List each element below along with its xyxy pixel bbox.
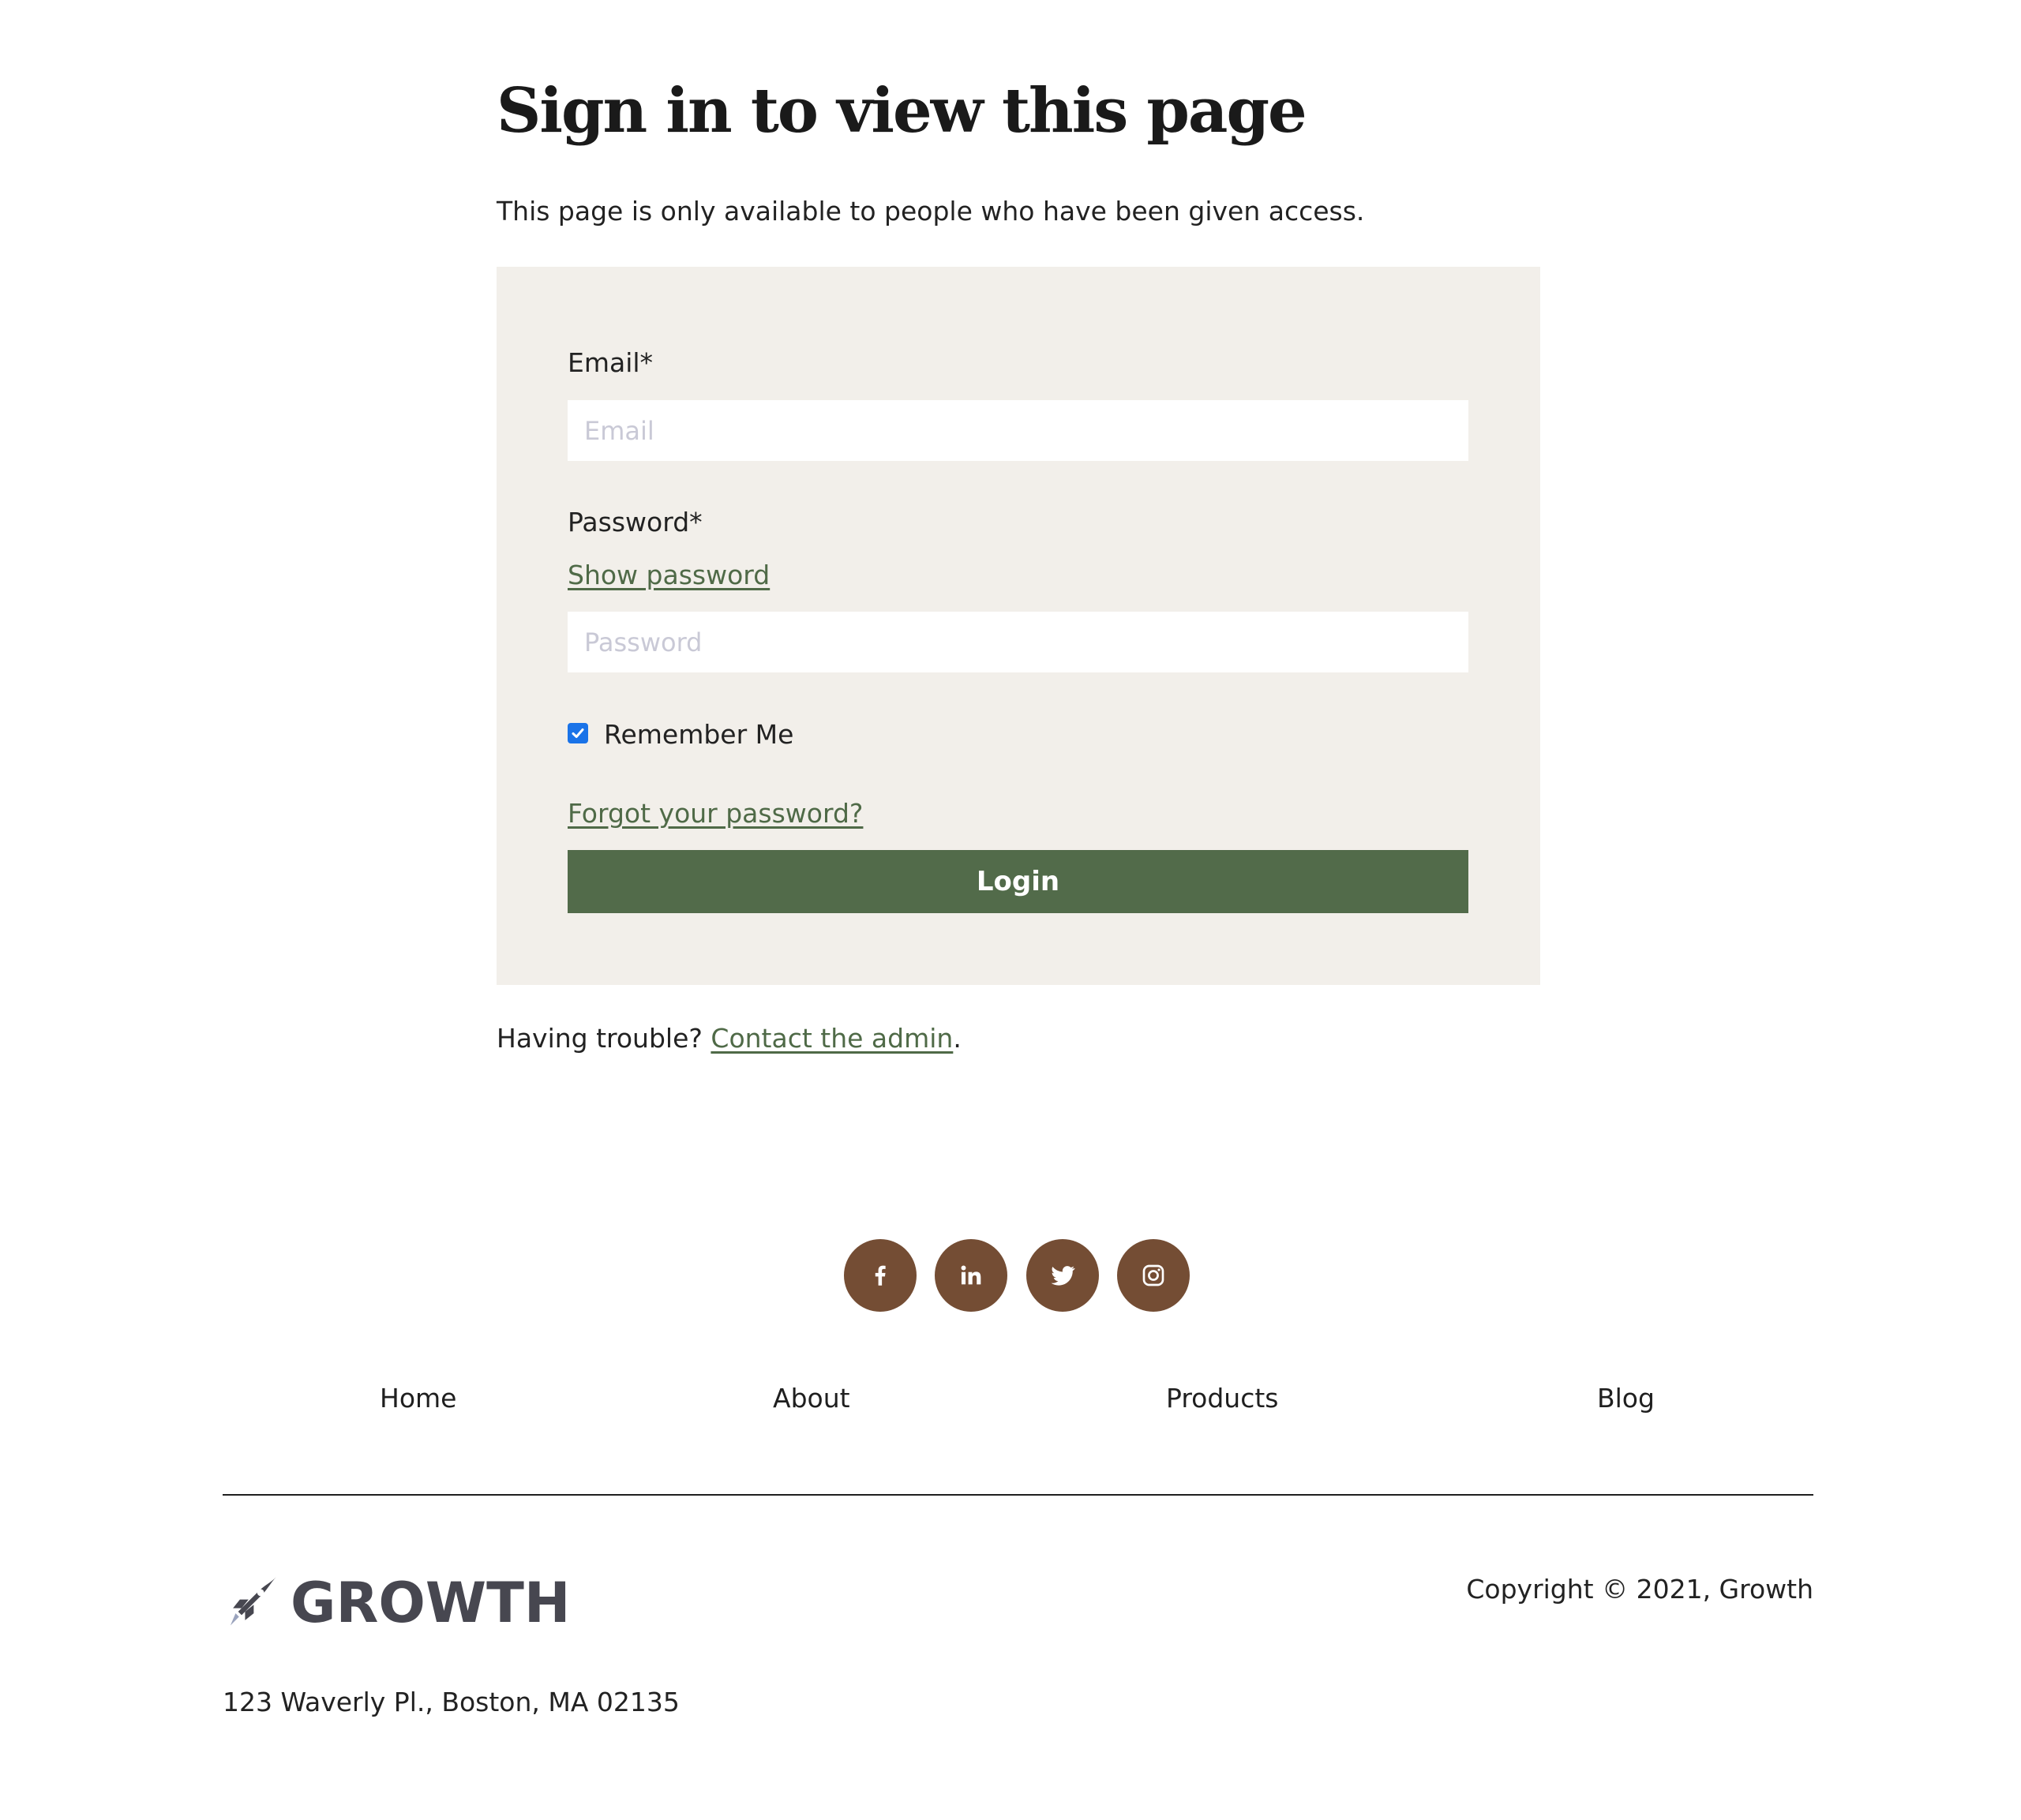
brand-name: GROWTH	[291, 1571, 571, 1635]
footer-nav-home[interactable]: Home	[380, 1383, 456, 1414]
trouble-text: Having trouble? Contact the admin.	[497, 1023, 962, 1054]
remember-me-label[interactable]: Remember Me	[604, 719, 793, 750]
checkmark-icon	[572, 728, 584, 738]
address-text: 123 Waverly Pl., Boston, MA 02135	[223, 1687, 680, 1717]
linkedin-button[interactable]	[935, 1239, 1007, 1312]
contact-admin-link[interactable]: Contact the admin	[711, 1023, 953, 1054]
remember-me-checkbox[interactable]	[568, 723, 588, 743]
instagram-icon	[1142, 1264, 1164, 1286]
footer-nav-blog[interactable]: Blog	[1597, 1383, 1655, 1414]
rocket-icon	[230, 1577, 276, 1626]
trouble-suffix: .	[953, 1023, 962, 1054]
footer-nav-about[interactable]: About	[773, 1383, 850, 1414]
password-field[interactable]	[568, 612, 1468, 672]
page-title: Sign in to view this page	[497, 75, 1307, 147]
footer-nav-products[interactable]: Products	[1166, 1383, 1279, 1414]
footer-divider	[223, 1494, 1813, 1496]
facebook-icon	[875, 1265, 886, 1286]
twitter-button[interactable]	[1026, 1239, 1099, 1312]
facebook-button[interactable]	[844, 1239, 917, 1312]
twitter-icon	[1051, 1266, 1075, 1286]
trouble-prefix: Having trouble?	[497, 1023, 711, 1054]
instagram-button[interactable]	[1117, 1239, 1190, 1312]
show-password-link[interactable]: Show password	[568, 560, 770, 590]
page-subtitle: This page is only available to people wh…	[497, 196, 1365, 227]
forgot-password-link[interactable]: Forgot your password?	[568, 798, 863, 829]
linkedin-icon	[961, 1265, 981, 1285]
email-label: Email*	[568, 347, 654, 378]
password-label: Password*	[568, 507, 703, 537]
email-field[interactable]	[568, 400, 1468, 461]
copyright-text: Copyright © 2021, Growth	[1466, 1574, 1813, 1605]
growth-logo[interactable]: GROWTH	[223, 1571, 570, 1635]
login-button[interactable]: Login	[568, 850, 1468, 913]
